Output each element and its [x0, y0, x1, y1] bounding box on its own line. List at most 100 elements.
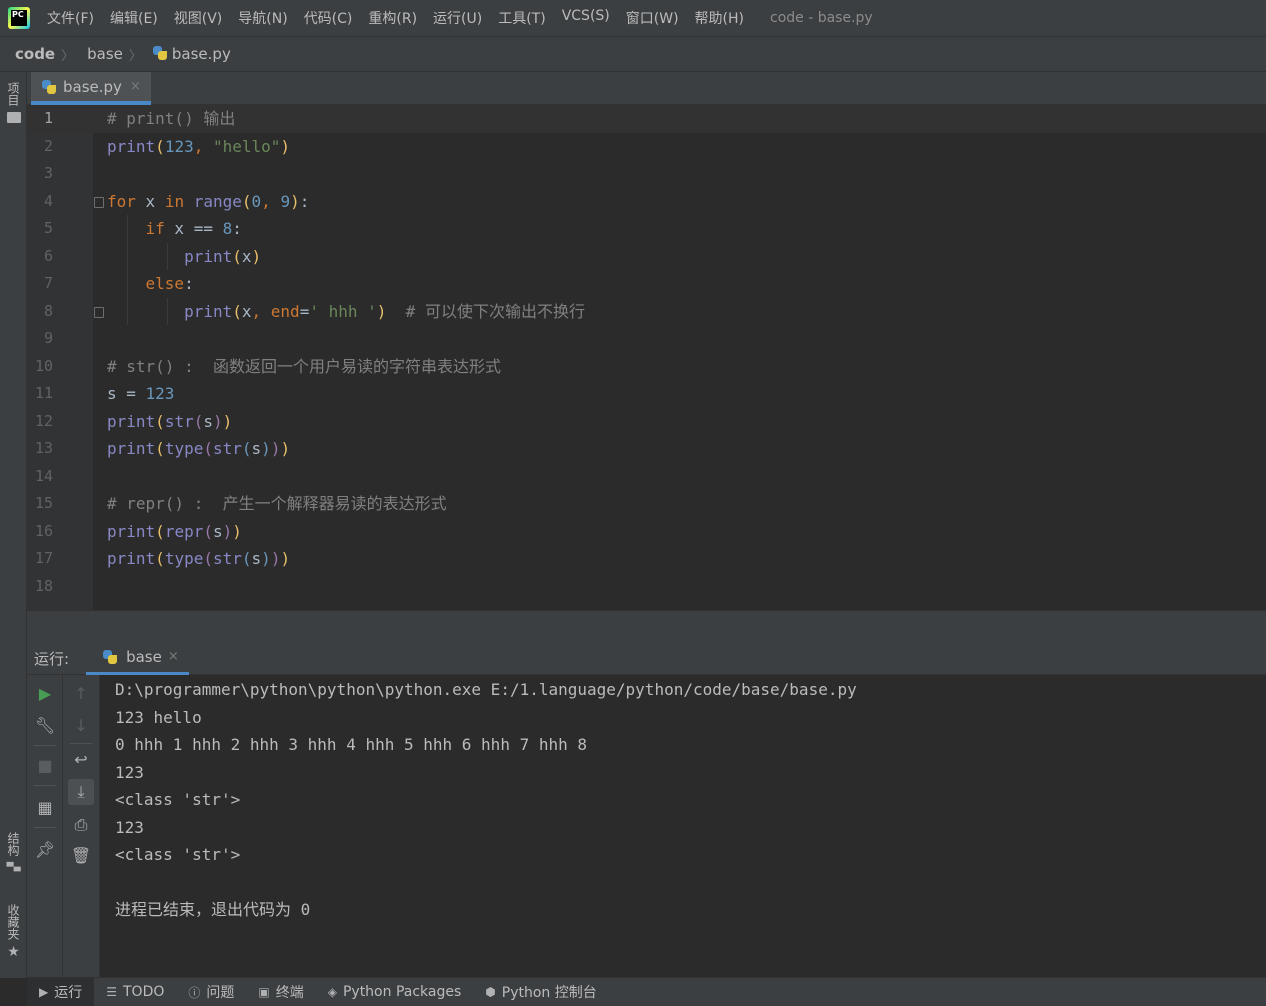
breadcrumb-folder[interactable]: base [76, 45, 127, 63]
console-line: <class 'str'> [115, 790, 241, 809]
code-token: x == [164, 219, 223, 238]
structure-tool-tab[interactable]: 结构 ▞ [5, 832, 22, 871]
code-token: : [299, 191, 310, 211]
line-number: 3 [43, 164, 53, 182]
layout-icon[interactable]: ▦ [35, 797, 55, 817]
code-token: print [107, 411, 156, 431]
run-panel-label: 运行: [34, 649, 70, 668]
code-token: ( [241, 191, 252, 211]
play-icon: ▶ [39, 985, 49, 999]
code-token: x [241, 301, 252, 321]
console-line: 进程已结束，退出代码为 0 [115, 900, 311, 919]
menu-item[interactable]: 重构(R) [360, 8, 425, 28]
tab-base-py[interactable]: base.py × [31, 72, 151, 105]
code-line: 15 # repr() : 产生一个解释器易读的表达形式 [27, 490, 1266, 518]
window-title: code - base.py [770, 10, 873, 26]
pycharm-logo-icon[interactable]: PC [8, 7, 30, 29]
close-icon[interactable]: × [168, 649, 179, 664]
menu-item[interactable]: 运行(U) [425, 8, 490, 28]
code-line: 1 # print() 输出 [27, 105, 1266, 133]
menu-item[interactable]: VCS(S) [554, 8, 618, 28]
code-line: 4 for x in range(0, 9): [27, 188, 1266, 216]
menu-item[interactable]: 帮助(H) [687, 8, 752, 28]
project-tool-tab[interactable]: 项目 [5, 82, 22, 123]
tool-tab-label: Python 控制台 [501, 985, 597, 1001]
code-token: ( [232, 301, 242, 321]
line-number: 11 [34, 384, 53, 402]
console-line: 123 hello [115, 707, 202, 727]
chevron-right-icon: 〉 [61, 48, 75, 64]
fold-marker-icon[interactable] [94, 306, 104, 318]
rerun-play-icon[interactable]: ▶ [35, 683, 55, 703]
menu-item[interactable]: 文件(F) [39, 8, 102, 28]
line-number: 4 [43, 191, 53, 210]
code-token: ( [193, 411, 204, 431]
line-number: 9 [43, 329, 53, 347]
tool-tab-run[interactable]: ▶ 运行 [27, 977, 95, 1006]
code-token: 8 [222, 219, 233, 238]
stop-icon[interactable]: ■ [35, 755, 55, 775]
code-token: ( [241, 549, 252, 568]
code-line: 3 [27, 160, 1266, 188]
arrow-down-icon[interactable]: ↓ [71, 715, 91, 735]
tool-tab-label: 终端 [275, 985, 304, 1001]
code-text: print(type(str(s))) [107, 545, 290, 573]
code-line: 8 print(x, end=' hhh ') # 可以使下次输出不换行 [27, 297, 1266, 326]
menu-item[interactable]: 代码(C) [296, 8, 361, 28]
scroll-to-end-icon[interactable]: ⤓ [68, 779, 94, 805]
code-line: 16 print(repr(s)) [27, 518, 1266, 546]
layers-icon: ◈ [327, 985, 337, 999]
line-number: 5 [43, 219, 53, 237]
menu-item[interactable]: 编辑(E) [102, 8, 166, 28]
code-token: s [251, 549, 262, 568]
run-config-tab[interactable]: base × [86, 641, 189, 675]
fold-marker-icon[interactable] [94, 196, 104, 208]
trash-icon[interactable]: 🗑︎ [71, 845, 91, 865]
favorites-tool-tab[interactable]: 收藏夹 ★ [5, 904, 22, 960]
close-icon[interactable]: × [130, 79, 141, 94]
python-icon: ⬢ [485, 985, 496, 999]
code-token: x [135, 191, 165, 211]
tool-tab-python-console[interactable]: ⬢ Python 控制台 [473, 978, 608, 1006]
wrench-icon[interactable]: 🔧︎ [35, 715, 55, 735]
menu-item[interactable]: 工具(T) [490, 8, 553, 28]
menu-item[interactable]: 导航(N) [230, 8, 295, 28]
structure-tab-label: 结构 [6, 832, 20, 856]
code-text: print(x, end=' hhh ') # 可以使下次输出不换行 [107, 298, 585, 326]
code-token: ' hhh ' [309, 301, 377, 321]
console-line: D:\programmer\python\python\python.exe E… [115, 680, 857, 699]
code-token: ( [155, 411, 165, 431]
tool-tab-python-packages[interactable]: ◈ Python Packages [316, 978, 474, 1006]
menu-item[interactable]: 视图(V) [166, 8, 231, 28]
run-console-output[interactable]: D:\programmer\python\python\python.exe E… [100, 675, 1266, 977]
panel-splitter[interactable] [27, 610, 1266, 642]
line-number: 10 [34, 356, 53, 375]
code-token: = [299, 301, 310, 321]
editor-tabs: base.py × [27, 72, 1266, 105]
tool-tab-label: TODO [123, 984, 165, 1000]
code-token: ( [203, 549, 213, 568]
arrow-up-icon[interactable]: ↑ [71, 683, 91, 703]
breadcrumb-file[interactable]: base.py [144, 45, 231, 63]
code-editor[interactable]: 1 # print() 输出 2 print(123, "hello") 3 4 for x… [27, 105, 1266, 610]
breadcrumb-project[interactable]: code [0, 45, 59, 63]
menu-item[interactable]: 窗口(W) [618, 8, 687, 28]
code-text: print(type(str(s))) [107, 435, 290, 463]
code-token: 123 [145, 384, 175, 403]
pin-icon[interactable]: 📌︎ [35, 839, 55, 859]
code-token: print [107, 136, 156, 156]
tool-tab-todo[interactable]: ☰ TODO [94, 978, 176, 1006]
tool-tab-problems[interactable]: ⓘ 问题 [176, 978, 246, 1006]
print-icon[interactable]: ⎙ [71, 815, 91, 835]
tool-tab-terminal[interactable]: ▣ 终端 [246, 978, 315, 1006]
soft-wrap-icon[interactable]: ↩ [71, 749, 91, 769]
code-token: ( [232, 246, 242, 266]
code-line: 6 print(x) [27, 242, 1266, 270]
code-token: str [164, 411, 194, 431]
code-text: else: [107, 270, 194, 298]
code-token: , [251, 301, 271, 321]
code-token: ) [251, 246, 262, 266]
console-line: 123 [115, 762, 144, 782]
